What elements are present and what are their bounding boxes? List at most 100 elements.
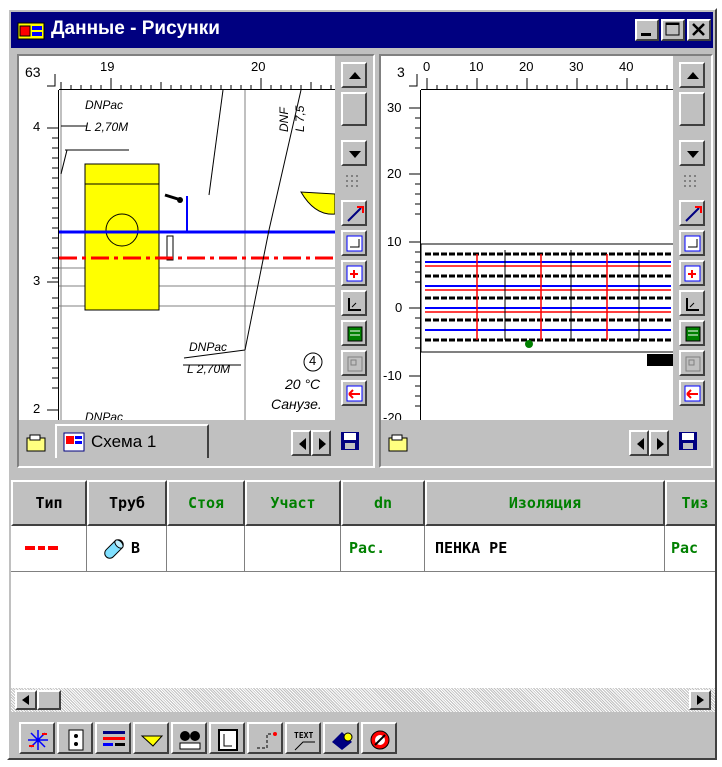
right-pane-vertical-toolbar	[673, 56, 711, 420]
overview-canvas[interactable]	[421, 90, 673, 420]
corner-tool-button[interactable]	[341, 290, 367, 316]
tab-schema-1[interactable]: Схема 1	[55, 424, 209, 458]
right-fill-tool-button[interactable]	[679, 320, 705, 346]
grid-tool-button[interactable]	[341, 170, 367, 196]
right-top-ruler: 0 10 20 30 40	[421, 56, 673, 90]
connection-tab[interactable]	[247, 722, 283, 754]
right-tab-scroll-left[interactable]	[629, 430, 649, 456]
right-align-tool-button[interactable]	[679, 230, 705, 256]
data-grid[interactable]: Тип Труб Стоя Участ dn Изоляция Тиз В Ра…	[11, 480, 715, 712]
ruler-corner-label: 63	[25, 64, 41, 80]
cell-pipe-text: В	[131, 539, 141, 557]
fill-tab[interactable]	[323, 722, 359, 754]
text-tab-label: TEXT	[294, 731, 313, 740]
close-icon	[692, 23, 705, 36]
col-header-type[interactable]: Тип	[11, 480, 87, 526]
green-square-icon	[685, 326, 701, 342]
scroll-thumb[interactable]	[341, 92, 367, 126]
text-tab[interactable]: TEXT	[285, 722, 321, 754]
horizontal-scrollbar[interactable]	[11, 688, 715, 712]
col-header-section[interactable]: Участ	[245, 480, 341, 526]
cell-type[interactable]	[11, 526, 87, 572]
equipment-icon	[179, 731, 201, 750]
green-square-icon	[347, 326, 363, 342]
room-temperature: 20 °C	[285, 376, 321, 392]
right-corner-tool-button[interactable]	[679, 290, 705, 316]
tray-tab[interactable]	[133, 722, 169, 754]
right-left-ruler: 30 20 10 0 -10 -20	[381, 90, 421, 420]
arrow-left-small-icon	[637, 438, 644, 450]
save-view-button[interactable]	[337, 428, 363, 454]
network-tab[interactable]	[19, 722, 55, 754]
right-layers-tool-button[interactable]	[679, 350, 705, 376]
scroll-up-button[interactable]	[341, 62, 367, 88]
tab-scroll-right[interactable]	[311, 430, 331, 456]
minimize-button[interactable]	[635, 19, 659, 41]
v-tick-3: 3	[33, 273, 41, 288]
main-window: Данные - Рисунки 63 19 20 4 3 2 DNPac L …	[7, 8, 717, 760]
col-header-riser[interactable]: Стоя	[167, 480, 245, 526]
layers-tool-button[interactable]	[341, 350, 367, 376]
top-ruler: 19 20	[59, 56, 335, 90]
drawing-canvas-left[interactable]: DNPac L 2,70M DNF L 7,5 DNPac L 2,70M 4 …	[59, 90, 335, 420]
right-grid-tool-button[interactable]	[679, 170, 705, 196]
back-arrow-tool-button[interactable]	[341, 380, 367, 406]
annotation-dn2: DNPac	[189, 340, 228, 354]
cell-dn[interactable]: Рас.	[341, 526, 425, 572]
sheet-nav-button[interactable]	[23, 430, 49, 456]
text-icon: TEXT	[294, 731, 315, 751]
arrow-left-icon	[684, 385, 701, 402]
right-save-view-button[interactable]	[675, 428, 701, 454]
scroll-down-button[interactable]	[341, 140, 367, 166]
forbidden-icon	[370, 730, 390, 750]
riser-tab[interactable]	[57, 722, 93, 754]
tab-scroll-left[interactable]	[291, 430, 311, 456]
cell-section[interactable]	[245, 526, 341, 572]
right-pane-bottom-strip	[381, 420, 711, 466]
rh-tick-40: 40	[619, 59, 634, 74]
right-scroll-up-button[interactable]	[679, 62, 705, 88]
maximize-button[interactable]	[661, 19, 685, 41]
right-tab-scroll-right[interactable]	[649, 430, 669, 456]
cell-tiz[interactable]: Рас	[665, 526, 715, 572]
col-header-pipe[interactable]: Труб	[87, 480, 167, 526]
overview-thumbnail	[421, 243, 673, 366]
align-tool-button[interactable]	[341, 230, 367, 256]
forbidden-tab[interactable]	[361, 722, 397, 754]
hscroll-right-button[interactable]	[689, 690, 711, 710]
arrow-right-small-icon	[657, 438, 664, 450]
annotation-len2: L 2,70M	[187, 362, 231, 376]
rh-tick-0: 0	[423, 59, 431, 74]
room-tab[interactable]	[209, 722, 245, 754]
left-drawing-pane: 63 19 20 4 3 2 DNPac L 2,70M DNF L 7,5 D…	[17, 54, 375, 468]
bottom-toolbar: TEXT	[11, 718, 715, 758]
col-header-tiz[interactable]: Тиз	[665, 480, 715, 526]
right-scroll-thumb[interactable]	[679, 92, 705, 126]
fill-tool-button[interactable]	[341, 320, 367, 346]
close-button[interactable]	[687, 19, 711, 41]
left-ruler: 4 3 2	[19, 90, 59, 420]
arrow-up-icon	[687, 72, 699, 79]
hscroll-left-button[interactable]	[15, 690, 37, 710]
right-back-arrow-tool-button[interactable]	[679, 380, 705, 406]
rv-tick-minus10: -10	[383, 368, 402, 383]
title-bar[interactable]: Данные - Рисунки	[11, 12, 713, 48]
cell-insulation[interactable]: ПЕНКА РЕ	[425, 526, 665, 572]
v-tick-2: 2	[33, 401, 41, 416]
connection-icon	[257, 732, 277, 749]
right-scroll-down-button[interactable]	[679, 140, 705, 166]
cell-pipe[interactable]: В	[87, 526, 167, 572]
hscroll-thumb[interactable]	[37, 690, 61, 710]
lines-tab[interactable]	[95, 722, 131, 754]
right-snap-tool-button[interactable]	[679, 200, 705, 226]
col-header-dn[interactable]: dn	[341, 480, 425, 526]
col-header-insulation[interactable]: Изоляция	[425, 480, 665, 526]
right-sheet-nav-button[interactable]	[385, 430, 411, 456]
add-tool-button[interactable]	[341, 260, 367, 286]
arrow-left-icon	[346, 385, 363, 402]
cell-riser[interactable]	[167, 526, 245, 572]
riser-icon	[68, 729, 84, 751]
snap-tool-button[interactable]	[341, 200, 367, 226]
right-add-tool-button[interactable]	[679, 260, 705, 286]
equipment-tab[interactable]	[171, 722, 207, 754]
